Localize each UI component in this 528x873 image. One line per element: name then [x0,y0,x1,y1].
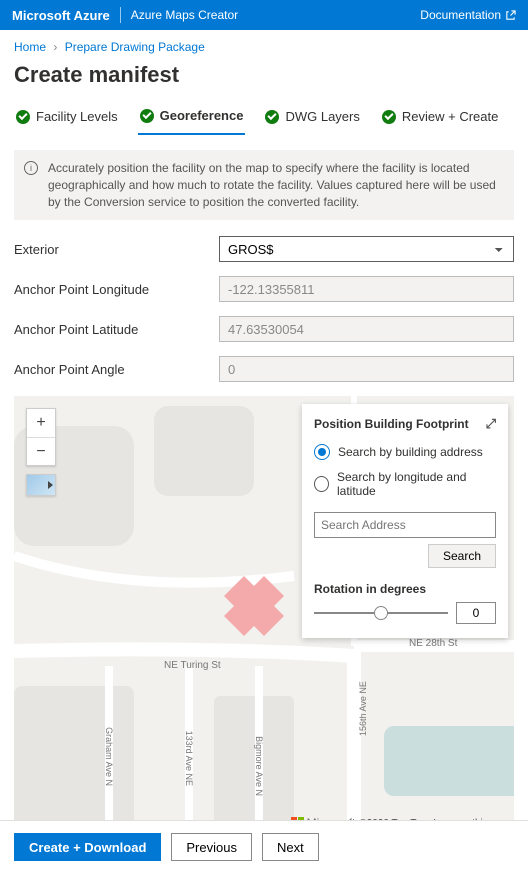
longitude-input[interactable] [219,276,514,302]
tab-dwg-layers[interactable]: DWG Layers [263,103,361,134]
create-download-button[interactable]: Create + Download [14,833,161,861]
latitude-label: Anchor Point Latitude [14,322,219,337]
check-icon [382,110,396,124]
tab-label: Facility Levels [36,109,118,124]
georeference-form: Exterior GROS$ Anchor Point Longitude An… [0,236,528,382]
topbar-divider [120,7,121,23]
pivot-tabs: Facility Levels Georeference DWG Layers … [0,102,528,136]
info-icon: i [24,161,38,175]
footprint-panel: Position Building Footprint ⤢ Search by … [302,404,508,638]
panel-title: Position Building Footprint [314,417,469,431]
info-message: i Accurately position the facility on th… [14,150,514,220]
map-style-button[interactable] [26,474,56,496]
breadcrumb-home[interactable]: Home [14,40,46,54]
svg-text:Graham Ave N: Graham Ave N [104,728,114,787]
check-icon [265,110,279,124]
svg-text:NE Turing St: NE Turing St [164,660,221,671]
rotation-value-input[interactable] [456,602,496,624]
map[interactable]: NE Turing St NE 28th St Graham Ave N 133… [14,396,514,832]
zoom-out-button[interactable]: − [27,437,55,465]
tab-label: Georeference [160,108,244,123]
longitude-label: Anchor Point Longitude [14,282,219,297]
rotation-slider[interactable] [314,612,448,614]
documentation-link[interactable]: Documentation [420,8,516,22]
info-text: Accurately position the facility on the … [48,161,496,209]
svg-text:156th Ave NE: 156th Ave NE [358,682,368,737]
documentation-label: Documentation [420,8,501,22]
svg-text:NE 28th St: NE 28th St [409,638,458,649]
next-button[interactable]: Next [262,833,319,861]
tab-label: Review + Create [402,109,498,124]
collapse-icon[interactable]: ⤢ [486,416,496,432]
check-icon [16,110,30,124]
panel-header: Position Building Footprint ⤢ [314,416,496,432]
exterior-label: Exterior [14,242,219,257]
angle-label: Anchor Point Angle [14,362,219,377]
azure-topbar: Microsoft Azure Azure Maps Creator Docum… [0,0,528,30]
tab-georeference[interactable]: Georeference [138,102,246,135]
tab-label: DWG Layers [285,109,359,124]
radio-label: Search by longitude and latitude [337,470,496,498]
exterior-select[interactable]: GROS$ [219,236,514,262]
svg-text:133rd Ave NE: 133rd Ave NE [184,731,194,786]
radio-icon [314,476,329,492]
latitude-input[interactable] [219,316,514,342]
brand: Microsoft Azure [12,8,110,23]
service-name: Azure Maps Creator [131,8,238,22]
rotation-label: Rotation in degrees [314,582,496,596]
tab-review-create[interactable]: Review + Create [380,103,500,134]
radio-icon [314,444,330,460]
breadcrumb: Home › Prepare Drawing Package [0,30,528,58]
breadcrumb-separator: › [53,40,57,54]
radio-search-lonlat[interactable]: Search by longitude and latitude [314,470,496,498]
angle-input[interactable] [219,356,514,382]
svg-text:Bigmore Ave N: Bigmore Ave N [254,737,264,797]
search-address-input[interactable] [314,512,496,538]
page-title: Create manifest [0,58,528,102]
previous-button[interactable]: Previous [171,833,252,861]
breadcrumb-prepare[interactable]: Prepare Drawing Package [65,40,205,54]
tab-facility-levels[interactable]: Facility Levels [14,103,120,134]
external-link-icon [505,10,516,21]
zoom-controls: + − [26,408,56,466]
radio-search-address[interactable]: Search by building address [314,444,496,460]
radio-label: Search by building address [338,445,483,459]
check-icon [140,109,154,123]
footer-actions: Create + Download Previous Next [0,820,528,873]
zoom-in-button[interactable]: + [27,409,55,437]
search-button[interactable]: Search [428,544,496,568]
